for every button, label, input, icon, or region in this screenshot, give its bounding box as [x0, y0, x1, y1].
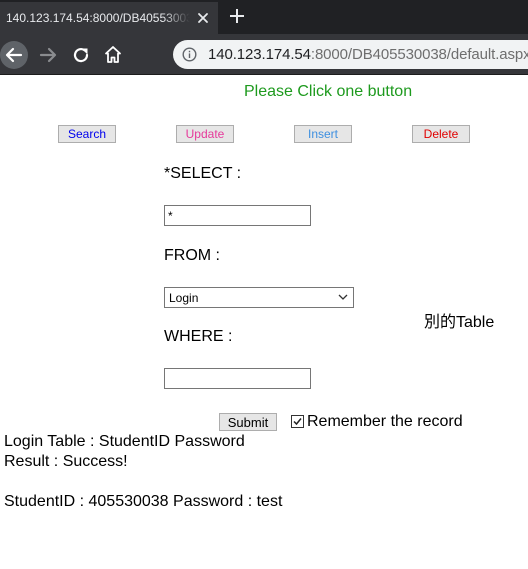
page-content: Please Click one button Search Update In…	[0, 75, 528, 569]
select-input[interactable]	[164, 205, 311, 226]
tab-title: 140.123.174.54:8000/DB405530038/default.…	[6, 11, 190, 25]
output-record: StudentID : 405530038 Password : test	[4, 493, 283, 510]
close-tab-icon[interactable]	[196, 11, 210, 25]
checkmark-icon	[293, 418, 302, 426]
other-table-label: 別的Table	[424, 314, 495, 331]
info-icon[interactable]	[182, 47, 197, 62]
from-selected-value: Login	[169, 291, 199, 305]
update-button[interactable]: Update	[176, 125, 234, 143]
browser-tab-strip: 140.123.174.54:8000/DB405530038/default.…	[0, 0, 528, 34]
select-label: *SELECT :	[164, 165, 242, 182]
insert-button[interactable]: Insert	[294, 125, 352, 143]
where-input[interactable]	[164, 368, 311, 389]
url-host: 140.123.174.54	[208, 46, 311, 63]
remember-label: Remember the record	[307, 413, 463, 430]
prompt-message: Please Click one button	[244, 83, 413, 100]
url-path: :8000/DB405530038/default.aspx	[310, 46, 528, 63]
forward-arrow-icon[interactable]	[34, 41, 62, 69]
where-label: WHERE :	[164, 328, 233, 345]
delete-button[interactable]: Delete	[412, 125, 470, 143]
reload-icon[interactable]	[67, 41, 95, 69]
browser-toolbar: 140.123.174.54:8000/DB405530038/default.…	[0, 34, 528, 75]
chevron-down-icon	[338, 294, 348, 300]
output-table-header: Login Table : StudentID Password	[4, 433, 245, 450]
output-result: Result : Success!	[4, 453, 128, 470]
browser-tab[interactable]: 140.123.174.54:8000/DB405530038/default.…	[0, 2, 218, 34]
remember-checkbox[interactable]	[291, 415, 304, 428]
home-icon[interactable]	[99, 41, 127, 69]
new-tab-icon[interactable]	[229, 8, 245, 24]
from-table-select[interactable]: Login	[164, 287, 354, 308]
address-bar[interactable]: 140.123.174.54:8000/DB405530038/default.…	[173, 40, 528, 69]
url-text[interactable]: 140.123.174.54:8000/DB405530038/default.…	[208, 46, 528, 63]
search-button[interactable]: Search	[58, 125, 116, 143]
submit-button[interactable]: Submit	[219, 413, 277, 431]
back-arrow-icon[interactable]	[0, 41, 28, 69]
from-label: FROM :	[164, 247, 220, 264]
